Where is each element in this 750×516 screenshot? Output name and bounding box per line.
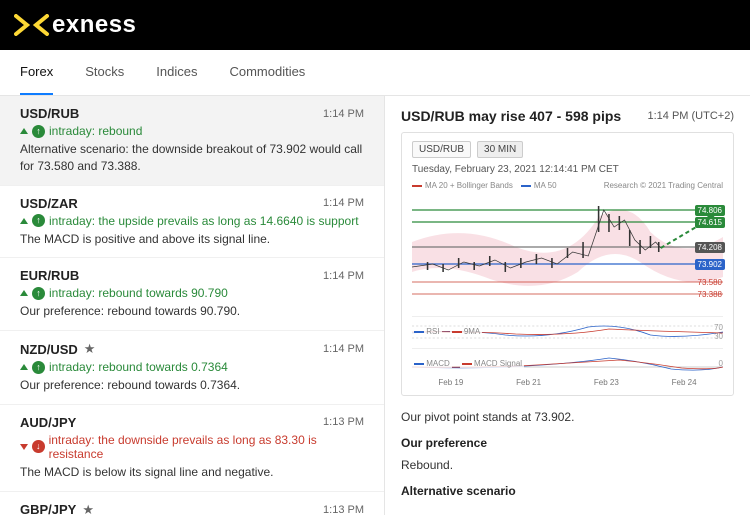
pivot-point-text: Our pivot point stands at 73.902.	[401, 408, 734, 426]
price-level: 73.388	[695, 289, 725, 300]
pair-symbol: USD/ZAR	[20, 196, 78, 211]
legend-ma50: MA 50	[521, 181, 557, 190]
price-level: 74.208	[695, 242, 725, 253]
signal-desc: The MACD is below its signal line and ne…	[20, 464, 364, 481]
chart-credit: Research © 2021 Trading Central	[604, 181, 723, 190]
preference-text: Rebound.	[401, 456, 734, 474]
signal-time: 1:14 PM	[323, 108, 364, 120]
signal-time: 1:14 PM	[323, 343, 364, 355]
signal-detail: USD/RUB may rise 407 - 598 pips 1:14 PM …	[385, 96, 750, 515]
price-chart[interactable]: 74.806 74.615 74.208 73.902 73.580 73.38…	[412, 192, 723, 312]
arrow-up-icon	[20, 128, 28, 134]
star-icon[interactable]: ★	[84, 341, 96, 357]
detail-time: 1:14 PM (UTC+2)	[648, 110, 735, 122]
price-level: 74.806	[695, 205, 725, 216]
pair-symbol: USD/RUB	[20, 106, 79, 121]
preference-heading: Our preference	[401, 436, 734, 450]
signal-time: 1:13 PM	[323, 416, 364, 428]
pair-symbol: EUR/RUB	[20, 268, 79, 283]
tab-stocks[interactable]: Stocks	[85, 50, 124, 95]
tab-commodities[interactable]: Commodities	[229, 50, 305, 95]
brand-logo: exness	[14, 11, 136, 39]
chart-container: USD/RUB 30 MIN Tuesday, February 23, 202…	[401, 132, 734, 396]
legend-bollinger: MA 20 + Bollinger Bands	[412, 181, 513, 190]
signal-time: 1:13 PM	[323, 504, 364, 515]
market-tabs: Forex Stocks Indices Commodities	[0, 50, 750, 96]
signal-row[interactable]: USD/ZAR 1:14 PM ↑ intraday: the upside p…	[0, 186, 384, 259]
signal-list: USD/RUB 1:14 PM ↑ intraday: rebound Alte…	[0, 96, 385, 515]
alternative-heading: Alternative scenario	[401, 484, 734, 498]
signal-desc: Alternative scenario: the downside break…	[20, 141, 364, 175]
trend-up-icon: ↑	[32, 125, 45, 138]
interval-pill[interactable]: 30 MIN	[477, 141, 523, 158]
signal-desc: Our preference: rebound towards 0.7364.	[20, 377, 364, 394]
intraday-text: intraday: rebound towards 0.7364	[49, 360, 228, 374]
signal-desc: The MACD is positive and above its signa…	[20, 231, 364, 248]
tab-forex[interactable]: Forex	[20, 50, 53, 95]
tab-indices[interactable]: Indices	[156, 50, 197, 95]
intraday-text: intraday: rebound	[49, 124, 142, 138]
signal-desc: Our preference: rebound towards 90.790.	[20, 303, 364, 320]
signal-row[interactable]: EUR/RUB 1:14 PM ↑ intraday: rebound towa…	[0, 258, 384, 331]
rsi-indicator: RSI 9MA 7030	[412, 316, 723, 344]
star-icon[interactable]: ★	[82, 502, 94, 515]
macd-indicator: MACD MACD Signal 0	[412, 348, 723, 376]
signal-time: 1:14 PM	[323, 197, 364, 209]
trend-up-icon: ↑	[32, 214, 45, 227]
signal-time: 1:14 PM	[323, 270, 364, 282]
detail-title: USD/RUB may rise 407 - 598 pips	[401, 108, 621, 124]
pair-symbol: NZD/USD	[20, 342, 78, 357]
signal-row[interactable]: USD/RUB 1:14 PM ↑ intraday: rebound Alte…	[0, 96, 384, 186]
price-level: 74.615	[695, 217, 725, 228]
intraday-text: intraday: the upside prevails as long as…	[49, 214, 359, 228]
intraday-text: intraday: rebound towards 90.790	[49, 286, 228, 300]
arrow-up-icon	[20, 218, 28, 224]
trend-up-icon: ↑	[32, 287, 45, 300]
arrow-down-icon	[20, 444, 28, 450]
app-header: exness	[0, 0, 750, 50]
signal-row[interactable]: GBP/JPY ★ 1:13 PM ↑ intraday: the upside…	[0, 492, 384, 515]
price-level: 73.902	[695, 259, 725, 270]
brand-name: exness	[52, 11, 136, 39]
trend-up-icon: ↑	[32, 361, 45, 374]
arrow-up-icon	[20, 290, 28, 296]
pair-symbol: AUD/JPY	[20, 415, 76, 430]
exness-logo-icon	[14, 14, 50, 36]
price-level: 73.580	[695, 277, 725, 288]
chart-timestamp: Tuesday, February 23, 2021 12:14:41 PM C…	[412, 164, 723, 175]
intraday-text: intraday: the downside prevails as long …	[49, 433, 364, 461]
signal-row[interactable]: AUD/JPY 1:13 PM ↓ intraday: the downside…	[0, 405, 384, 492]
trend-down-icon: ↓	[32, 440, 45, 453]
chart-x-axis: Feb 19 Feb 21 Feb 23 Feb 24	[412, 378, 723, 387]
arrow-up-icon	[20, 364, 28, 370]
pair-symbol: GBP/JPY	[20, 502, 76, 515]
pair-pill[interactable]: USD/RUB	[412, 141, 471, 158]
signal-row[interactable]: NZD/USD ★ 1:14 PM ↑ intraday: rebound to…	[0, 331, 384, 405]
